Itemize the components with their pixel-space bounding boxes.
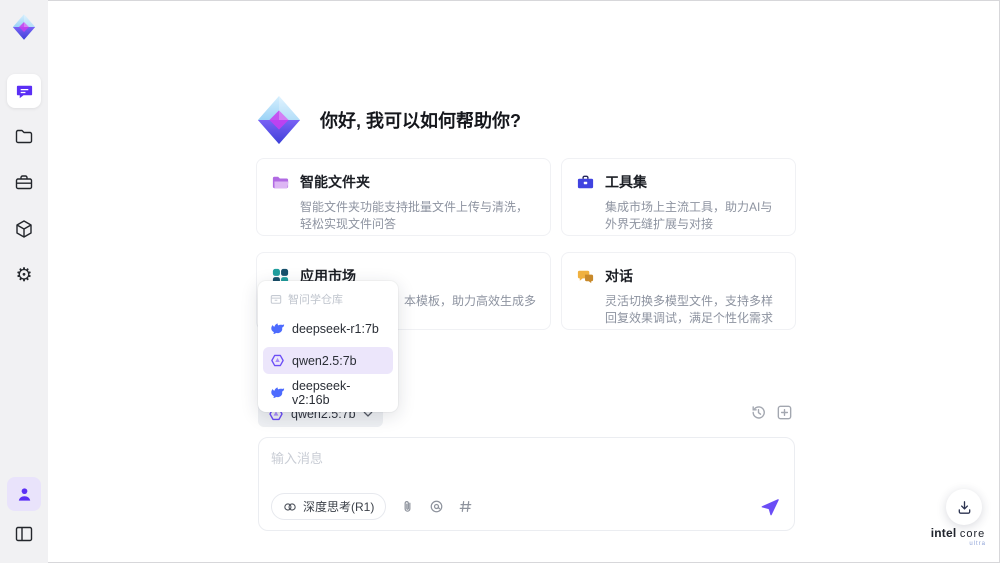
model-dropdown: 智问学仓库 deepseek-r1:7b qwen2.5:7b deepseek…: [258, 281, 398, 412]
qwen-icon: [271, 354, 284, 367]
folder-icon: [15, 129, 33, 144]
model-option-label: deepseek-r1:7b: [292, 321, 379, 336]
download-button[interactable]: [946, 489, 982, 525]
intel-core-logo: intel core ultra: [922, 526, 994, 547]
briefcase-icon: [15, 175, 33, 190]
sidebar-item-chat[interactable]: [7, 74, 41, 108]
repo-icon: [270, 295, 282, 304]
hash-icon[interactable]: [458, 499, 473, 514]
intel-wordmark: intel: [930, 526, 957, 540]
sidebar-item-settings[interactable]: ⚙: [7, 258, 41, 292]
new-chat-icon[interactable]: [776, 404, 793, 421]
model-option-qwen[interactable]: qwen2.5:7b: [263, 347, 393, 374]
attach-icon[interactable]: [400, 499, 415, 514]
card-smart-folder[interactable]: 智能文件夹 智能文件夹功能支持批量文件上传与清洗，轻松实现文件问答: [256, 158, 552, 236]
model-option-label: deepseek-v2:16b: [292, 378, 351, 407]
smart-folder-icon: [272, 176, 289, 188]
message-input[interactable]: [271, 448, 782, 488]
model-option-deepseek-r1[interactable]: deepseek-r1:7b: [263, 315, 393, 342]
card-toolset[interactable]: 工具集 集成市场上主流工具，助力AI与外界无缝扩展与对接: [561, 158, 796, 236]
sidebar-item-folders[interactable]: [7, 120, 41, 154]
model-option-deepseek-v2[interactable]: deepseek-v2:16b: [263, 378, 393, 407]
sidebar-item-panel-toggle[interactable]: [7, 517, 41, 551]
sidebar-item-user[interactable]: [7, 477, 41, 511]
card-title: 工具集: [605, 174, 648, 190]
chat-icon: [16, 85, 32, 98]
download-icon: [958, 500, 970, 514]
conversation-icon: [577, 270, 594, 283]
card-title: 智能文件夹: [300, 174, 370, 190]
card-conversation[interactable]: 对话 灵活切换多模型文件，支持多样回复效果调试，满足个性化需求: [561, 252, 796, 330]
chat-mini-toolbar: [750, 404, 793, 421]
card-desc: 集成市场上主流工具，助力AI与外界无缝扩展与对接: [605, 200, 773, 232]
model-dropdown-header-label: 智问学仓库: [288, 294, 343, 306]
model-dropdown-header: 智问学仓库: [263, 287, 393, 315]
card-desc: 智能文件夹功能支持批量文件上传与清洗，轻松实现文件问答: [300, 200, 529, 232]
toolset-icon: [577, 175, 594, 188]
deepseek-icon: [271, 387, 285, 398]
user-icon: [18, 487, 30, 501]
hero-logo-icon: [257, 96, 301, 144]
model-option-label: qwen2.5:7b: [292, 353, 357, 368]
sidebar-item-apps[interactable]: [7, 212, 41, 246]
card-title: 对话: [605, 268, 634, 284]
message-composer: 深度思考(R1): [258, 437, 795, 531]
intel-sub-label: ultra: [969, 541, 986, 547]
gear-icon: ⚙: [15, 264, 33, 286]
core-wordmark: core: [959, 528, 986, 540]
deep-think-icon: [284, 502, 296, 511]
history-icon[interactable]: [750, 404, 767, 421]
panel-icon: [15, 526, 33, 542]
deep-think-toggle[interactable]: 深度思考(R1): [271, 493, 387, 520]
composer-toolbar: 深度思考(R1): [271, 493, 780, 520]
app-logo-icon: [12, 14, 36, 40]
hero: 你好, 我可以如何帮助你?: [256, 94, 521, 146]
greeting-title: 你好, 我可以如何帮助你?: [320, 111, 521, 131]
sidebar: ⚙: [0, 0, 48, 563]
card-desc: 灵活切换多模型文件，支持多样回复效果调试，满足个性化需求: [605, 294, 774, 326]
cube-icon: [16, 220, 32, 238]
at-icon[interactable]: [429, 499, 444, 514]
deep-think-label: 深度思考(R1): [303, 500, 375, 514]
deepseek-icon: [271, 323, 285, 334]
sidebar-item-tools[interactable]: [7, 166, 41, 200]
send-icon[interactable]: [760, 497, 780, 517]
